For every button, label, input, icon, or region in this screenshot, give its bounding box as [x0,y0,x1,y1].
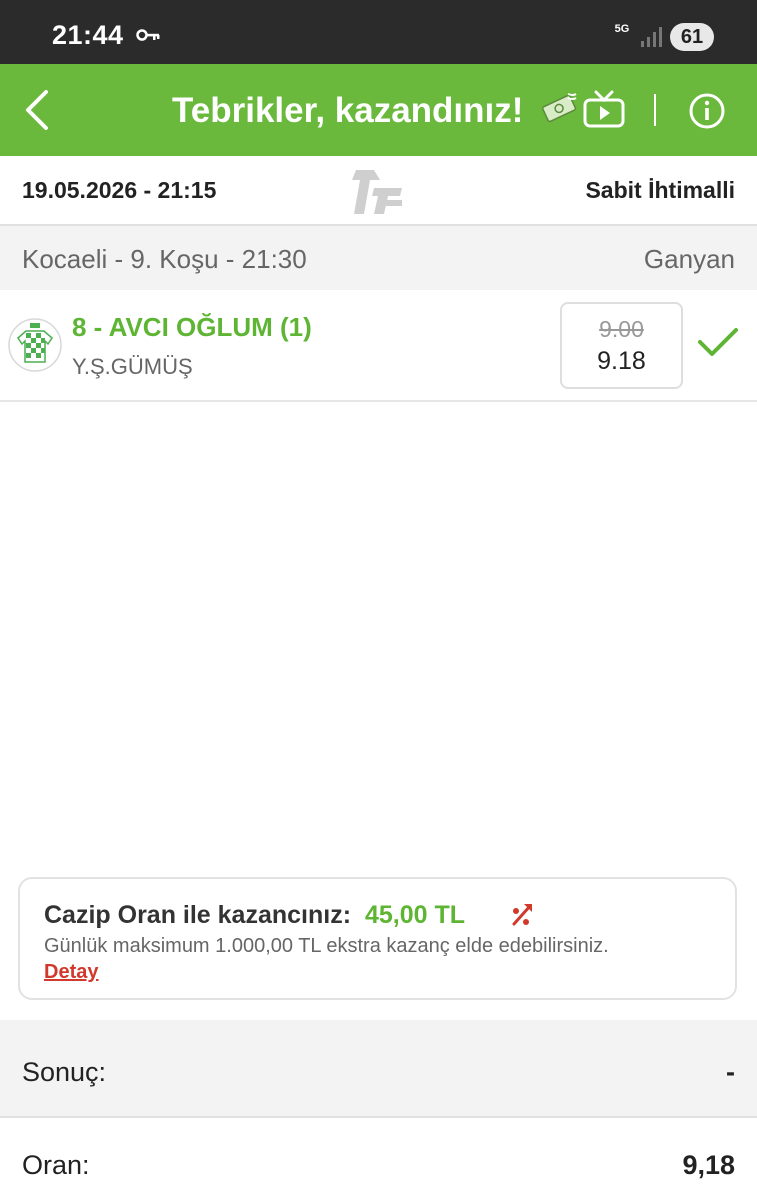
new-odds: 9.18 [597,347,646,375]
race-header-row: Kocaeli - 9. Koşu - 21:30 Ganyan [0,226,757,290]
key-icon [136,28,160,47]
brand-logo-icon [350,164,408,223]
network-indicator: 5G [614,23,630,35]
summary-section: Sonuç: - Oran: 9,18 [0,1020,757,1199]
app-header: Tebrikler, kazandınız! [0,64,757,156]
odds-value: 9,18 [682,1150,735,1180]
ticket-date: 19.05.2026 - 21:15 [22,177,217,203]
checkmark-icon [697,326,739,363]
money-icon [540,88,580,133]
signal-icon [640,26,662,53]
promo-title: Cazip Oran ile kazancınız: 45,00 TL [44,901,465,930]
bet-type: Ganyan [643,244,735,274]
promo-detail-link[interactable]: Detay [44,961,98,984]
tv-icon[interactable] [583,90,625,135]
header-divider [654,94,656,126]
info-icon[interactable] [688,92,726,135]
ticket-type: Sabit İhtimalli [585,177,735,203]
status-time: 21:44 [52,20,124,50]
status-bar: 21:44 5G 61 [0,0,757,64]
odds-row: Oran: 9,18 [0,1118,757,1199]
selection-row: 8 - AVCI OĞLUM (1) Y.Ş.GÜMÜŞ 9.00 9.18 [0,290,757,402]
horse-name[interactable]: 8 - AVCI OĞLUM (1) [72,312,312,343]
jockey-name: Y.Ş.GÜMÜŞ [72,354,193,379]
battery-indicator: 61 [670,23,714,51]
percent-rocket-icon [510,902,534,933]
ticket-info-row: 19.05.2026 - 21:15 Sabit İhtimalli [0,156,757,226]
back-arrow-icon[interactable] [20,86,60,134]
odds-label: Oran: [22,1150,90,1180]
promo-card: Cazip Oran ile kazancınız: 45,00 TL Günl… [18,877,737,1000]
promo-description: Günlük maksimum 1.000,00 TL ekstra kazan… [44,935,609,957]
jockey-silks-icon [8,318,62,377]
result-label: Sonuç: [22,1057,107,1087]
page-title: Tebrikler, kazandınız! [172,91,524,130]
odds-box: 9.00 9.18 [560,302,683,389]
result-value: - [726,1057,735,1087]
race-title: Kocaeli - 9. Koşu - 21:30 [22,244,307,274]
promo-title-text: Cazip Oran ile kazancınız: [44,901,352,929]
old-odds: 9.00 [599,316,644,342]
promo-amount: 45,00 TL [364,901,465,929]
result-row: Sonuç: - [0,1020,757,1118]
